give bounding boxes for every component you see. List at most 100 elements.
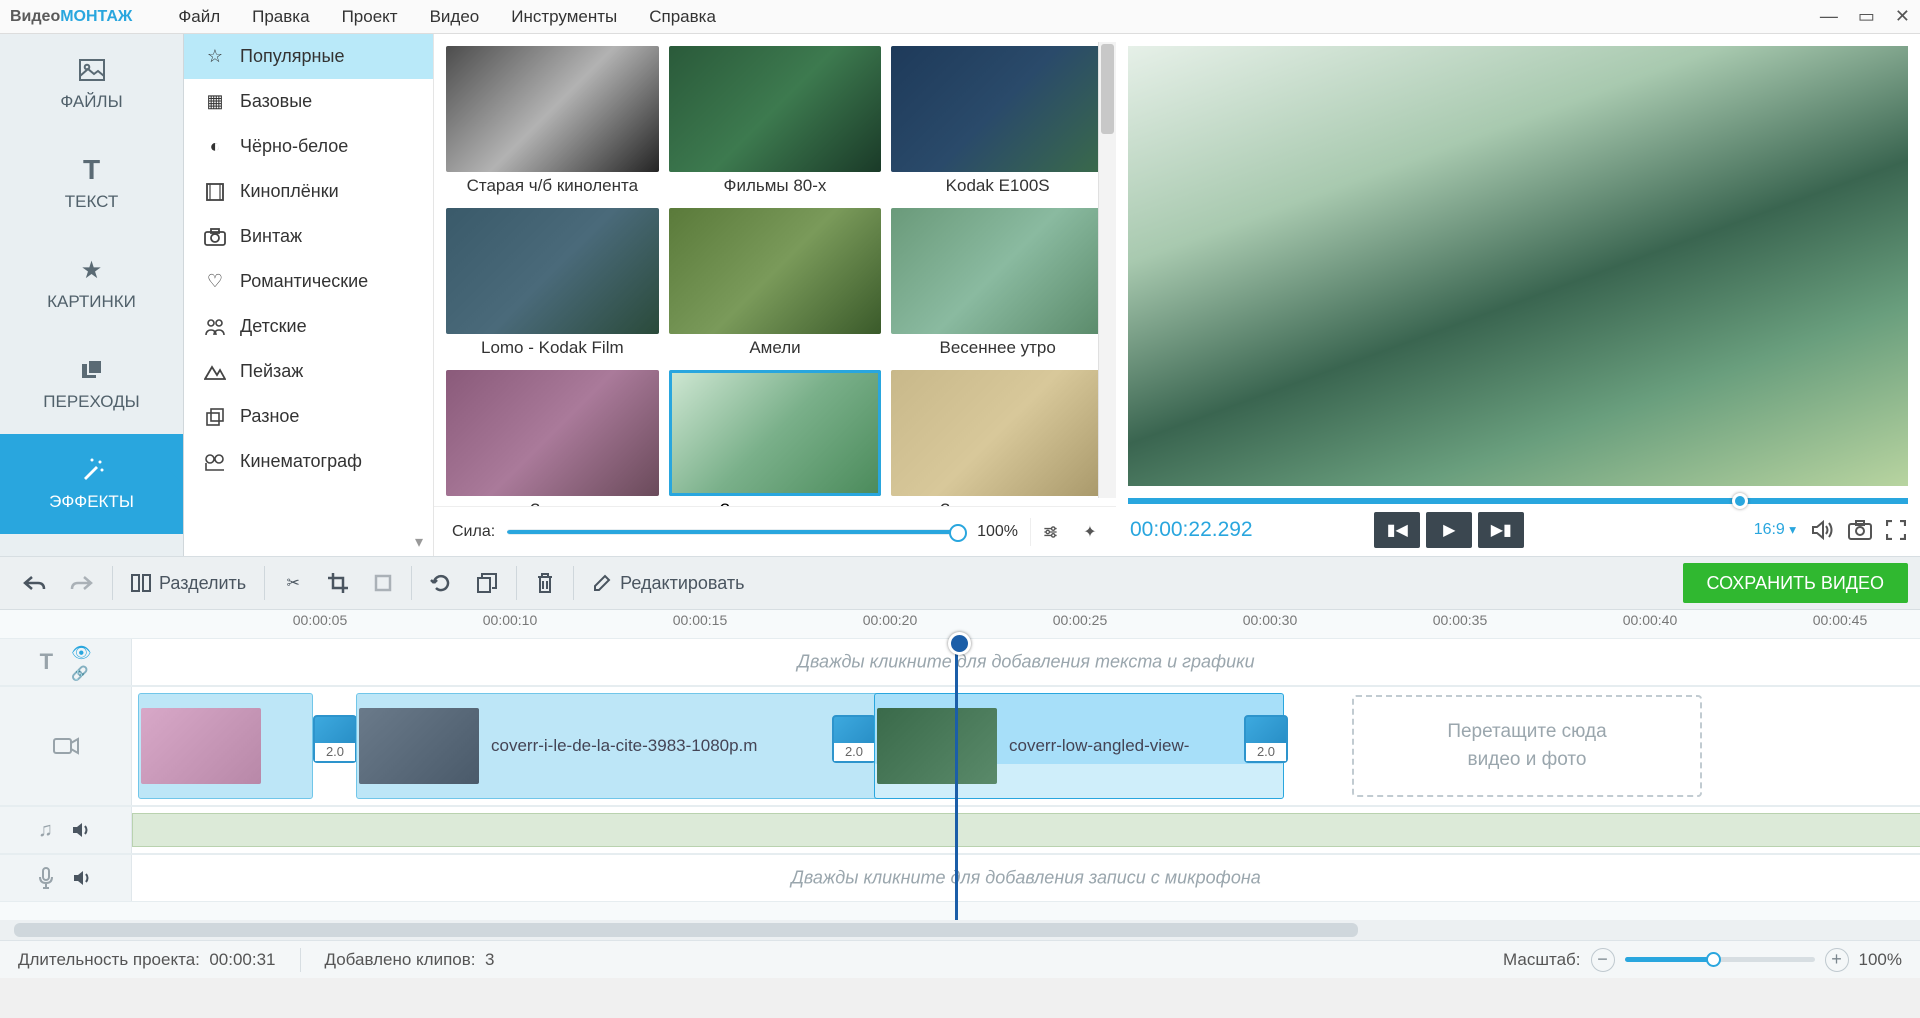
category-landscape[interactable]: Пейзаж <box>184 349 433 394</box>
effect-thumb[interactable]: Амели <box>669 208 882 362</box>
transition-marker[interactable]: 2.0 <box>832 715 876 763</box>
audio-track-body[interactable] <box>132 807 1920 853</box>
menu-file[interactable]: Файл <box>162 7 236 27</box>
category-vintage[interactable]: Винтаж <box>184 214 433 259</box>
mountain-icon <box>204 361 226 383</box>
preview-seekbar[interactable] <box>1128 498 1908 504</box>
text-icon: T <box>40 649 53 675</box>
effect-thumb[interactable]: Весеннее утро <box>891 208 1104 362</box>
prev-button[interactable]: ▮◀ <box>1374 512 1420 548</box>
effect-thumb[interactable]: Lomo - Kodak Film <box>446 208 659 362</box>
text-icon: T <box>78 156 106 184</box>
nav-transitions[interactable]: ПЕРЕХОДЫ <box>0 334 183 434</box>
play-button[interactable]: ▶ <box>1426 512 1472 548</box>
magic-icon[interactable]: ✦ <box>1070 518 1098 546</box>
menu-edit[interactable]: Правка <box>236 7 325 27</box>
nav-pictures[interactable]: ★ КАРТИНКИ <box>0 234 183 334</box>
delete-button[interactable] <box>525 563 565 603</box>
rotate-button[interactable] <box>420 563 462 603</box>
drop-zone[interactable]: Перетащите сюда видео и фото <box>1352 695 1702 797</box>
text-track: T 👁🔗 Дважды кликните для добавления текс… <box>0 638 1920 686</box>
category-popular[interactable]: ☆Популярные <box>184 34 433 79</box>
speaker-icon[interactable] <box>72 869 94 887</box>
effect-thumb[interactable]: Закат <box>446 370 659 506</box>
effect-label: Kodak E100S <box>891 172 1104 200</box>
category-basic[interactable]: ▦Базовые <box>184 79 433 124</box>
menu-project[interactable]: Проект <box>326 7 414 27</box>
eye-icon[interactable]: 👁 <box>71 643 91 663</box>
snapshot-icon[interactable] <box>1848 520 1872 540</box>
category-label: Кинематограф <box>240 451 362 472</box>
category-other[interactable]: Разное <box>184 394 433 439</box>
video-clip[interactable] <box>138 693 313 799</box>
chevron-down-icon[interactable]: ▾ <box>415 532 423 552</box>
strength-slider[interactable] <box>507 529 965 535</box>
link-icon[interactable]: 🔗 <box>71 665 91 682</box>
transition-marker[interactable]: 2.0 <box>313 715 357 763</box>
ruler-tick: 00:00:30 <box>1243 612 1298 628</box>
effect-label: Зеленые тона <box>669 496 882 506</box>
volume-icon[interactable] <box>1810 519 1834 541</box>
undo-button[interactable] <box>12 563 56 603</box>
fullscreen-icon[interactable] <box>1886 520 1906 540</box>
category-label: Пейзаж <box>240 361 303 382</box>
effect-label: Фильмы 80-х <box>669 172 882 200</box>
save-video-button[interactable]: СОХРАНИТЬ ВИДЕО <box>1683 563 1909 603</box>
stop-button[interactable] <box>363 563 403 603</box>
category-film[interactable]: Киноплёнки <box>184 169 433 214</box>
video-track-body[interactable]: 2.0 coverr-i-le-de-la-cite-3983-1080p.m … <box>132 687 1920 805</box>
mic-icon <box>38 867 54 889</box>
star-outline-icon: ☆ <box>204 46 226 68</box>
category-label: Винтаж <box>240 226 302 247</box>
split-button[interactable]: Разделить <box>121 563 256 603</box>
effect-thumb[interactable]: Золотая осень <box>891 370 1104 506</box>
preview-viewport <box>1128 46 1908 486</box>
effect-label: Lomo - Kodak Film <box>446 334 659 362</box>
gallery-scrollbar[interactable] <box>1098 42 1116 498</box>
effect-thumb[interactable]: Старая ч/б кинолента <box>446 46 659 200</box>
category-cinema[interactable]: Кинематограф <box>184 439 433 484</box>
clip-name: coverr-low-angled-view- <box>999 736 1199 756</box>
menu-help[interactable]: Справка <box>633 7 732 27</box>
effect-thumb[interactable]: Kodak E100S <box>891 46 1104 200</box>
audio-waveform[interactable] <box>132 813 1920 847</box>
nav-label: КАРТИНКИ <box>47 292 136 312</box>
zoom-in-button[interactable]: + <box>1825 948 1849 972</box>
nav-files[interactable]: ФАЙЛЫ <box>0 34 183 134</box>
category-bw[interactable]: ◐Чёрно-белое <box>184 124 433 169</box>
maximize-button[interactable]: ▭ <box>1858 6 1875 27</box>
transition-marker[interactable]: 2.0 <box>1244 715 1288 763</box>
speaker-icon[interactable] <box>71 821 93 839</box>
cut-button[interactable]: ✂ <box>273 563 313 603</box>
minimize-button[interactable]: — <box>1820 6 1838 27</box>
menu-video[interactable]: Видео <box>414 7 496 27</box>
sidebar-nav: ФАЙЛЫ T ТЕКСТ ★ КАРТИНКИ ПЕРЕХОДЫ ЭФФЕКТ… <box>0 34 184 556</box>
effect-thumb-selected[interactable]: Зеленые тона <box>669 370 882 506</box>
edit-button[interactable]: Редактировать <box>582 563 754 603</box>
close-button[interactable]: ✕ <box>1895 6 1910 27</box>
zoom-slider[interactable] <box>1625 957 1815 962</box>
nav-text[interactable]: T ТЕКСТ <box>0 134 183 234</box>
video-clip-selected[interactable]: coverr-low-angled-view- <box>874 693 1284 799</box>
aspect-ratio-dropdown[interactable]: 16:9 ▾ <box>1754 521 1796 539</box>
zoom-out-button[interactable]: − <box>1591 948 1615 972</box>
audio-track: ♫ <box>0 806 1920 854</box>
redo-button[interactable] <box>60 563 104 603</box>
effect-label: Золотая осень <box>891 496 1104 506</box>
category-kids[interactable]: Детские <box>184 304 433 349</box>
app-logo: ВидеоМОНТАЖ <box>10 8 132 26</box>
timeline-ruler[interactable]: 00:00:05 00:00:10 00:00:15 00:00:20 00:0… <box>0 610 1920 638</box>
effect-thumb[interactable]: Фильмы 80-х <box>669 46 882 200</box>
music-icon: ♫ <box>38 819 53 842</box>
window-controls: — ▭ ✕ <box>1820 6 1910 27</box>
nav-effects[interactable]: ЭФФЕКТЫ <box>0 434 183 534</box>
duplicate-button[interactable] <box>466 563 508 603</box>
effects-categories: ☆Популярные ▦Базовые ◐Чёрно-белое Кинопл… <box>184 34 434 556</box>
next-button[interactable]: ▶▮ <box>1478 512 1524 548</box>
category-romantic[interactable]: ♡Романтические <box>184 259 433 304</box>
settings-icon[interactable] <box>1030 518 1058 546</box>
menu-tools[interactable]: Инструменты <box>495 7 633 27</box>
timeline-scrollbar[interactable] <box>0 920 1920 940</box>
preview-time: 00:00:22.292 <box>1130 518 1253 542</box>
crop-button[interactable] <box>317 563 359 603</box>
